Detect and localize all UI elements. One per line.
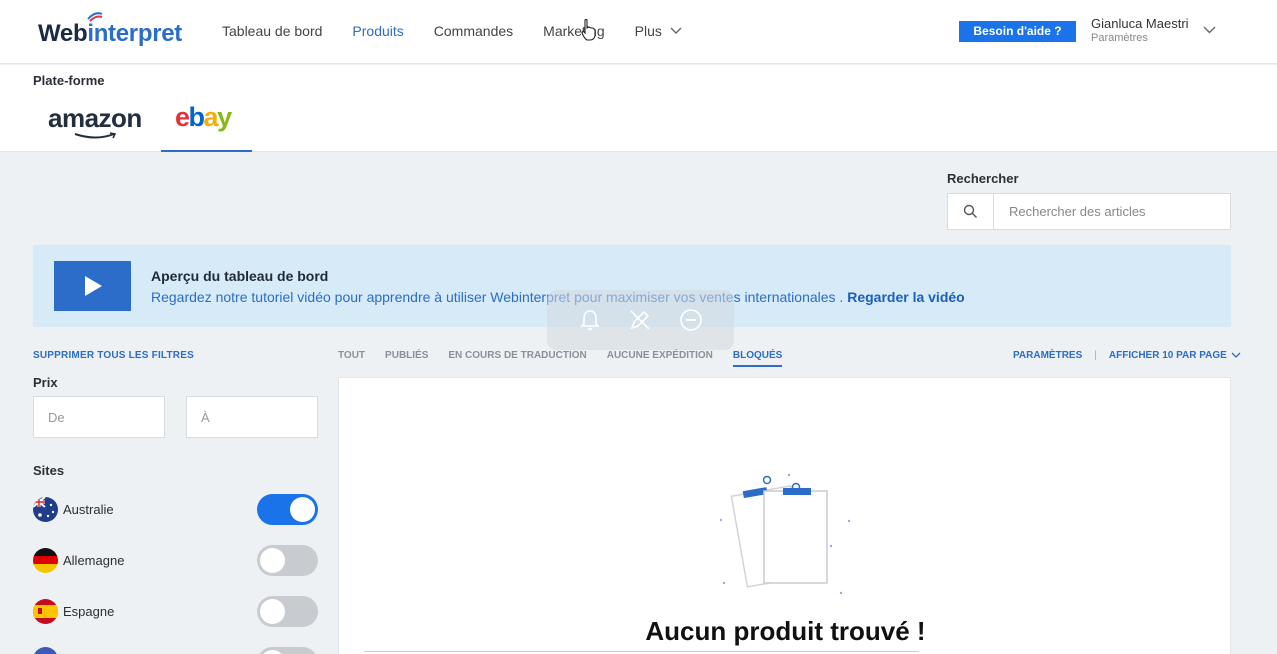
flag-icon [33, 647, 58, 654]
site-toggle-germany[interactable] [257, 545, 318, 576]
list-options: PARAMÈTRES | AFFICHER 10 PAR PAGE [1013, 350, 1241, 361]
ebay-logo: ebay [175, 102, 232, 132]
main-nav: Tableau de bord Produits Commandes Marke… [222, 23, 682, 39]
search-icon [963, 204, 977, 218]
toggle-knob [260, 599, 285, 624]
site-row-spain: Espagne [33, 596, 318, 628]
price-label: Prix [33, 375, 58, 390]
pen-off-icon[interactable] [628, 308, 652, 332]
ebay-tab[interactable]: ebay [161, 95, 252, 152]
floating-toolbar [547, 290, 734, 350]
nav-more[interactable]: Plus [635, 23, 682, 39]
play-video-button[interactable] [54, 261, 131, 311]
site-name: Allemagne [63, 553, 125, 568]
banner-description: Regardez notre tutoriel vidéo pour appre… [151, 289, 844, 305]
hand-cursor-icon [581, 19, 596, 41]
bell-icon[interactable] [579, 308, 601, 332]
search-box [947, 193, 1231, 230]
site-toggle-spain[interactable] [257, 596, 318, 627]
sites-label: Sites [33, 463, 65, 478]
chevron-down-icon[interactable] [1203, 26, 1216, 34]
platform-label: Plate-forme [33, 73, 105, 88]
tab-no-shipping[interactable]: AUCUNE EXPÉDITION [607, 350, 713, 367]
results-panel: Aucun produit trouvé ! [338, 377, 1231, 654]
site-toggle-australia[interactable] [257, 494, 318, 525]
chevron-down-icon [1231, 352, 1241, 358]
logo-text: Webinterpret [38, 20, 182, 47]
divider [364, 651, 919, 652]
amazon-smile-icon [74, 132, 117, 139]
site-name: Australie [63, 502, 114, 517]
clear-filters-link[interactable]: SUPPRIMER TOUS LES FILTRES [33, 350, 194, 361]
amazon-tab[interactable]: amazon [48, 103, 142, 134]
search-button[interactable] [948, 194, 994, 229]
toggle-knob [290, 497, 315, 522]
separator: | [1094, 350, 1097, 361]
germany-flag-icon [33, 548, 58, 573]
product-status-tabs: TOUT PUBLIÉS EN COURS DE TRADUCTION AUCU… [338, 350, 783, 367]
site-name: Espagne [63, 604, 115, 619]
user-name: Gianluca Maestri [1091, 16, 1189, 31]
nav-dashboard[interactable]: Tableau de bord [222, 23, 322, 39]
minus-circle-icon[interactable] [679, 308, 703, 332]
user-menu[interactable]: Gianluca Maestri Paramètres [1091, 16, 1189, 44]
top-header: Webinterpret Tableau de bord Produits Co… [0, 0, 1277, 64]
search-label: Rechercher [947, 171, 1019, 186]
price-to-input[interactable] [186, 396, 318, 438]
tab-published[interactable]: PUBLIÉS [385, 350, 428, 367]
banner-title: Aperçu du tableau de bord [151, 268, 329, 284]
help-button[interactable]: Besoin d'aide ? [959, 21, 1076, 42]
per-page-select[interactable]: AFFICHER 10 PAR PAGE [1109, 350, 1241, 361]
spain-flag-icon [33, 599, 58, 624]
settings-link[interactable]: PARAMÈTRES [1013, 350, 1082, 361]
empty-clipboard-illustration [719, 473, 851, 595]
site-row-germany: Allemagne [33, 545, 318, 577]
tab-blocked[interactable]: BLOQUÉS [732, 350, 783, 367]
nav-more-label: Plus [634, 23, 662, 39]
search-input[interactable] [994, 194, 1230, 229]
chevron-down-icon [670, 27, 682, 34]
tab-translating[interactable]: EN COURS DE TRADUCTION [448, 350, 586, 367]
tab-all[interactable]: TOUT [338, 350, 365, 367]
play-icon [84, 276, 102, 296]
nav-products[interactable]: Produits [352, 23, 403, 39]
toggle-knob [260, 650, 285, 654]
site-row-australia: Australie [33, 494, 318, 526]
empty-message: Aucun produit trouvé ! [645, 616, 926, 646]
australia-flag-icon [33, 497, 58, 522]
platform-section: Plate-forme amazon ebay [0, 65, 1277, 152]
nav-orders[interactable]: Commandes [434, 23, 513, 39]
user-settings-link[interactable]: Paramètres [1091, 32, 1189, 44]
price-from-input[interactable] [33, 396, 165, 438]
watch-video-link[interactable]: Regarder la vidéo [847, 289, 965, 305]
site-toggle[interactable] [257, 647, 318, 654]
per-page-label: AFFICHER 10 PAR PAGE [1108, 350, 1227, 361]
toggle-knob [260, 548, 285, 573]
